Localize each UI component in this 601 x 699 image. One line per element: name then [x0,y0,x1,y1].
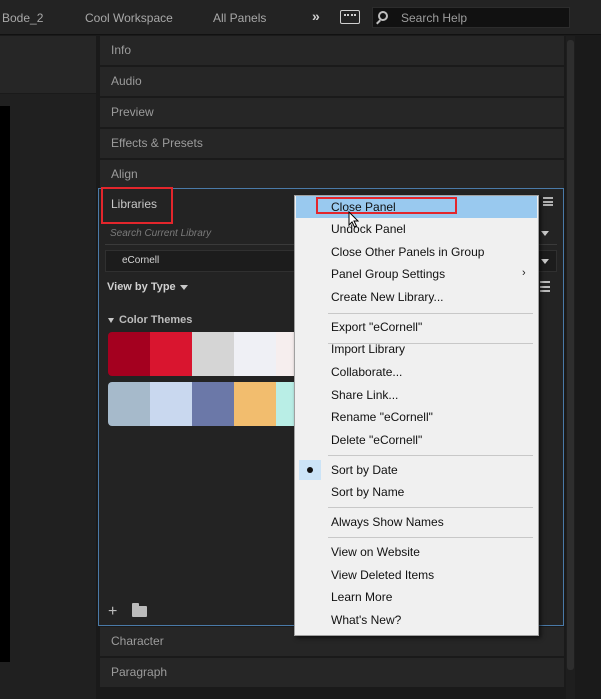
menu-item-label: Sort by Name [331,485,405,499]
color-swatch [192,382,234,426]
menu-item-label: Rename "eCornell" [331,410,433,424]
menu-item-label: Always Show Names [331,515,444,529]
menu-item-create-new-library[interactable]: Create New Library... [296,286,537,308]
menu-item-import-library[interactable]: Import Library [296,338,537,360]
panel-label-effects-presets: Effects & Presets [111,136,203,150]
menu-item-label: Share Link... [331,388,399,402]
color-swatch [108,382,150,426]
menu-item-view-deleted-items[interactable]: View Deleted Items [296,564,537,586]
menu-item-label: View Deleted Items [331,568,435,582]
panel-scrollbar-thumb[interactable] [567,40,574,670]
view-by-chevron-icon[interactable] [180,285,188,290]
checkmark-column [299,460,321,480]
color-theme-swatch-row[interactable] [108,332,298,376]
workspace-overflow-icon[interactable]: » [312,8,320,24]
menu-item-always-show-names[interactable]: Always Show Names [296,511,537,533]
menu-item-label: Create New Library... [331,290,444,304]
menu-item-what-s-new[interactable]: What's New? [296,609,537,631]
color-swatch [150,382,192,426]
menu-item-label: Learn More [331,590,393,604]
menu-item-undock-panel[interactable]: Undock Panel [296,218,537,240]
panel-header-effects-presets[interactable]: Effects & Presets [100,129,564,158]
menu-item-sort-by-name[interactable]: Sort by Name [296,481,537,503]
workspace-tab-bode-2[interactable]: Bode_2 [2,11,43,25]
program-monitor-panel [0,36,96,699]
panel-label-paragraph: Paragraph [111,665,168,679]
color-swatch [150,332,192,376]
search-dropdown-icon[interactable] [541,231,549,236]
color-swatch [192,332,234,376]
menu-separator [328,343,533,344]
folder-icon[interactable] [132,603,147,617]
panel-header-info[interactable]: Info [100,36,564,65]
menu-item-learn-more[interactable]: Learn More [296,586,537,608]
menu-separator [328,455,533,456]
menu-item-panel-group-settings[interactable]: Panel Group Settings › [296,263,537,285]
menu-item-export-ecornell[interactable]: Export "eCornell" [296,316,537,338]
view-by-type-dropdown[interactable]: View by Type [107,281,176,293]
program-monitor-video [0,106,10,662]
menu-separator [328,313,533,314]
search-icon [378,11,388,21]
menu-item-label: View on Website [331,545,420,559]
color-themes-collapse-icon[interactable] [108,318,114,323]
color-themes-heading[interactable]: Color Themes [119,314,192,326]
workspace-bar: Bode_2 Cool Workspace All Panels » Searc… [0,0,601,35]
panel-label-info: Info [111,43,132,57]
menu-separator [328,537,533,538]
menu-item-label: Collaborate... [331,365,403,379]
panel-header-preview[interactable]: Preview [100,98,564,127]
mouse-pointer-icon [348,211,360,228]
panel-menu-icon[interactable] [543,197,553,206]
library-search-placeholder: Search Current Library [110,228,212,239]
menu-item-rename-ecornell[interactable]: Rename "eCornell" [296,406,537,428]
menu-item-label: What's New? [331,613,402,627]
menu-item-view-on-website[interactable]: View on Website [296,541,537,563]
color-swatch [234,332,276,376]
panel-header-align[interactable]: Align [100,160,564,189]
menu-item-label: Delete "eCornell" [331,433,423,447]
menu-separator [328,507,533,508]
workspace-tab-all-panels[interactable]: All Panels [213,11,266,25]
panel-label-character: Character [111,634,164,648]
workspace-tab-cool-workspace[interactable]: Cool Workspace [85,11,173,25]
library-select-value: eCornell [122,255,160,266]
add-content-icon[interactable]: + [108,603,117,621]
menu-item-label: Export "eCornell" [331,320,423,334]
panel-label-audio: Audio [111,74,142,88]
menu-item-delete-ecornell[interactable]: Delete "eCornell" [296,429,537,451]
annotation-highlight-box [316,197,457,214]
menu-item-label: Import Library [331,342,406,356]
annotation-highlight-box [101,187,173,224]
color-theme-swatch-row[interactable] [108,382,298,426]
search-help-placeholder: Search Help [401,11,468,25]
panel-header-paragraph[interactable]: Paragraph [100,658,564,687]
menu-item-sort-by-date[interactable]: Sort by Date [296,459,537,481]
menu-item-share-link[interactable]: Share Link... [296,384,537,406]
panel-label-preview: Preview [111,105,154,119]
search-help-input[interactable]: Search Help [372,7,570,28]
panel-context-menu: Close Panel Undock Panel Close Other Panel… [294,195,539,636]
keyboard-shortcuts-icon[interactable] [340,10,360,24]
radio-dot-icon [307,467,313,473]
panel-label-align: Align [111,167,138,181]
program-monitor-header [0,36,96,94]
menu-item-close-other-panels-in-group[interactable]: Close Other Panels in Group [296,241,537,263]
color-swatch [234,382,276,426]
menu-item-label: Undock Panel [331,222,406,236]
library-select-chevron-icon[interactable] [541,259,549,264]
submenu-chevron-icon: › [522,267,526,279]
color-swatch [108,332,150,376]
menu-item-label: Panel Group Settings [331,267,446,281]
list-view-icon[interactable] [540,281,550,292]
panel-header-audio[interactable]: Audio [100,67,564,96]
menu-item-label: Sort by Date [331,463,398,477]
menu-item-collaborate[interactable]: Collaborate... [296,361,537,383]
menu-item-label: Close Other Panels in Group [331,245,485,259]
